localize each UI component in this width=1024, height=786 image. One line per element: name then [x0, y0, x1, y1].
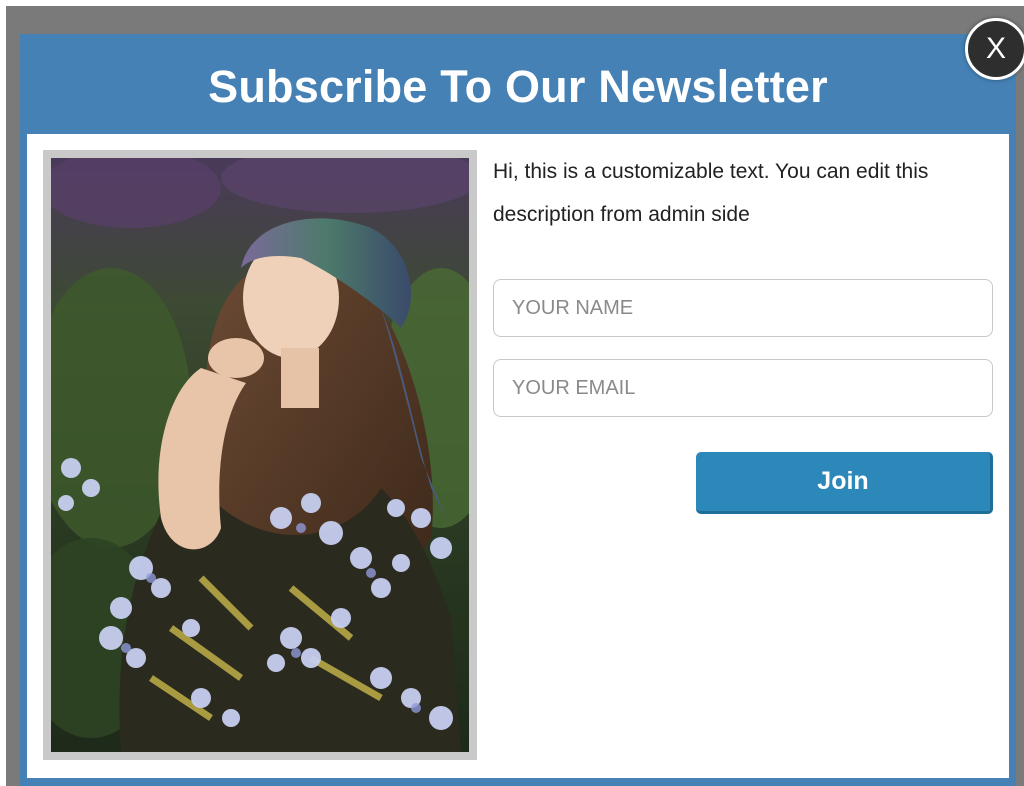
popup-title: Subscribe To Our Newsletter [208, 61, 828, 112]
close-icon: X [985, 32, 1006, 65]
email-field[interactable] [493, 359, 993, 417]
popup-body: Hi, this is a customizable text. You can… [27, 134, 1009, 778]
photo-illustration [51, 158, 469, 752]
newsletter-photo [51, 158, 469, 752]
close-button[interactable]: X [965, 18, 1024, 80]
name-field[interactable] [493, 279, 993, 337]
popup-description: Hi, this is a customizable text. You can… [493, 160, 929, 226]
newsletter-popup: Subscribe To Our Newsletter Hi, this is … [20, 34, 1016, 786]
photo-frame [43, 150, 477, 760]
popup-header: Subscribe To Our Newsletter [20, 34, 1016, 134]
join-button[interactable]: Join [696, 452, 993, 514]
